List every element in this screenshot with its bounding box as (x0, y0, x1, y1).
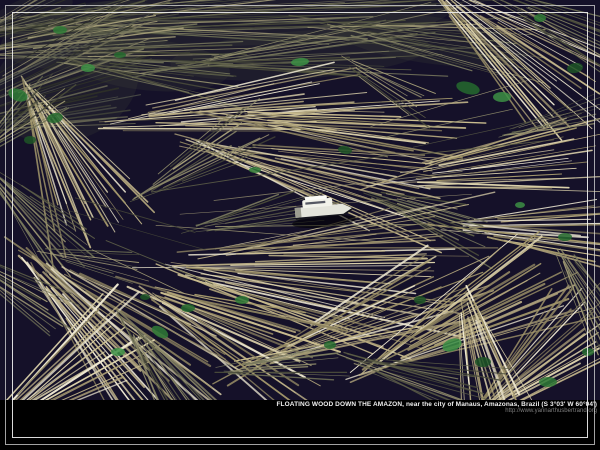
green-vegetation-patch (414, 296, 426, 304)
green-vegetation-patch (24, 136, 36, 144)
green-vegetation-patch (53, 26, 67, 34)
photo-scene (0, 0, 600, 401)
wallpaper: FLOATING WOOD DOWN THE AMAZON, near the … (0, 0, 600, 450)
green-vegetation-patch (558, 233, 572, 241)
caption-title: FLOATING WOOD DOWN THE AMAZON, near the … (276, 401, 597, 408)
green-vegetation-patch (475, 357, 491, 367)
green-vegetation-patch (249, 167, 261, 173)
green-vegetation-patch (111, 348, 125, 356)
green-vegetation-patch (235, 296, 249, 304)
green-vegetation-patch (539, 377, 557, 387)
caption-bar: FLOATING WOOD DOWN THE AMAZON, near the … (0, 400, 600, 450)
green-vegetation-patch (181, 304, 195, 312)
green-vegetation-patch (582, 348, 594, 356)
green-vegetation-patch (534, 14, 546, 22)
green-vegetation-patch (114, 52, 126, 58)
green-vegetation-patch (81, 64, 95, 72)
caption-url: http://www.yannarthusbertrand.org (505, 408, 597, 415)
green-vegetation-patch (324, 341, 336, 349)
green-vegetation-patch (515, 202, 525, 208)
green-vegetation-patch (140, 294, 150, 300)
green-vegetation-patch (493, 92, 511, 102)
